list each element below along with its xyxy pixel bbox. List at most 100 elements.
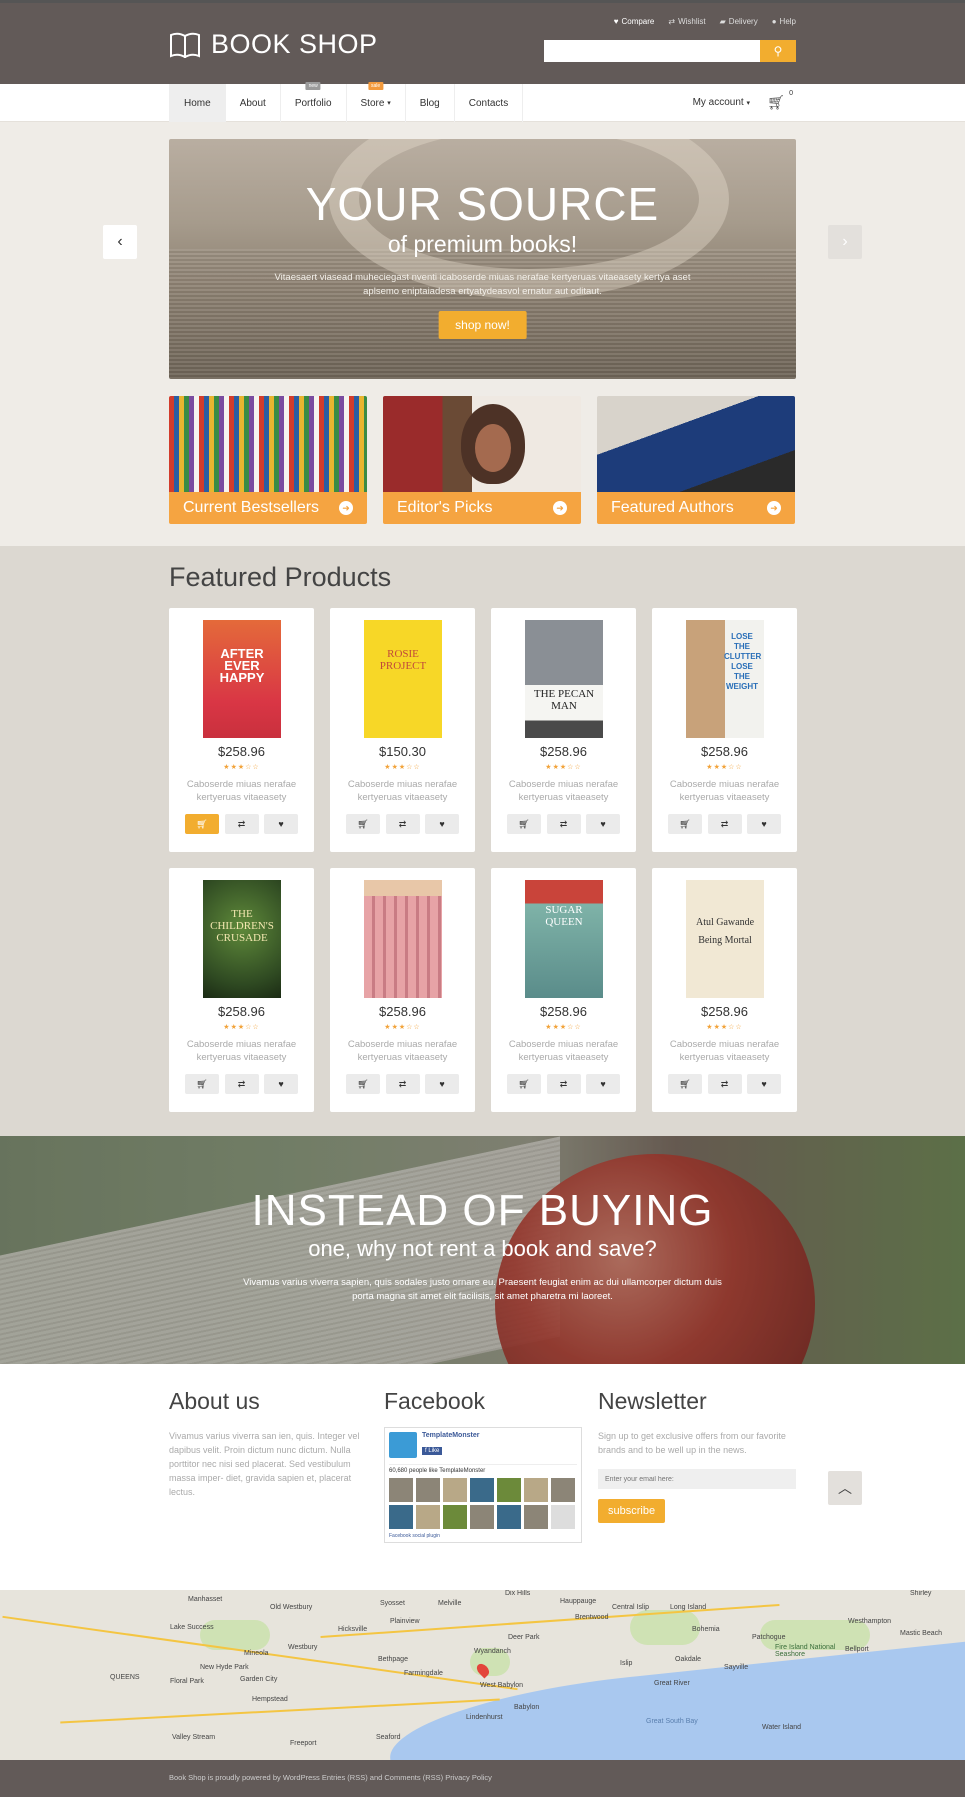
avatar[interactable] <box>497 1478 521 1502</box>
category-bestsellers[interactable]: Current Bestsellers ➜ <box>169 396 367 524</box>
book-cover-image[interactable]: AFTER EVER HAPPY <box>203 620 281 738</box>
wishlist-link[interactable]: ⇄ Wishlist <box>668 17 705 26</box>
email-field[interactable] <box>598 1469 796 1489</box>
add-to-cart-button[interactable]: 🛒︎ <box>507 1074 541 1094</box>
search-input[interactable] <box>544 40 760 62</box>
wishlist-button[interactable]: ♥ <box>747 1074 781 1094</box>
location-map[interactable]: Manhasset Old Westbury Syosset Melville … <box>0 1590 965 1760</box>
avatar[interactable] <box>416 1505 440 1529</box>
compare-button[interactable]: ⇄ <box>707 814 742 834</box>
add-to-cart-button[interactable]: 🛒︎ <box>346 1074 380 1094</box>
wishlist-button[interactable]: ♥ <box>264 814 298 834</box>
map-label: Brentwood <box>575 1614 609 1621</box>
map-label: Great River <box>654 1680 690 1687</box>
wishlist-button[interactable]: ♥ <box>586 1074 620 1094</box>
slider-prev-button[interactable]: ‹ <box>103 225 137 259</box>
map-label: Islip <box>620 1660 633 1667</box>
wishlist-button[interactable]: ♥ <box>586 814 620 834</box>
nav-store-label: Store <box>360 97 385 109</box>
wishlist-button[interactable]: ♥ <box>264 1074 298 1094</box>
avatar[interactable] <box>443 1478 467 1502</box>
compare-button[interactable]: ⇄ <box>546 814 581 834</box>
book-cover-image[interactable] <box>364 880 442 998</box>
search-button[interactable]: ⚲ <box>760 40 796 62</box>
facebook-header: TemplateMonster f Like <box>389 1432 577 1458</box>
wishlist-button[interactable]: ♥ <box>747 814 781 834</box>
avatar[interactable] <box>470 1505 494 1529</box>
compare-button[interactable]: ⇄ <box>707 1074 742 1094</box>
add-to-cart-button[interactable]: 🛒︎ <box>185 1074 219 1094</box>
avatar[interactable] <box>416 1478 440 1502</box>
map-label: Long Island <box>670 1604 707 1611</box>
compare-button[interactable]: ⇄ <box>224 1074 259 1094</box>
wishlist-button[interactable]: ♥ <box>425 814 459 834</box>
logo[interactable]: BOOK SHOP <box>169 29 378 60</box>
map-label: Lindenhurst <box>466 1714 503 1721</box>
avatar[interactable] <box>551 1478 575 1502</box>
scroll-to-top-button[interactable]: ︿ <box>828 1471 862 1505</box>
facebook-like-button[interactable]: f Like <box>422 1447 443 1455</box>
add-to-cart-button[interactable]: 🛒︎ <box>346 814 380 834</box>
chevron-down-icon: ▾ <box>387 100 391 107</box>
avatar[interactable] <box>551 1505 575 1529</box>
cart-button[interactable]: 🛒︎ 0 <box>767 90 793 111</box>
my-account-label: My account <box>692 97 744 108</box>
book-cover-image[interactable]: THE CHILDREN'S CRUSADE <box>203 880 281 998</box>
nav-blog[interactable]: Blog <box>406 84 455 122</box>
my-account-dropdown[interactable]: My account ▾ <box>693 97 750 108</box>
book-cover-image[interactable]: LOSE THE CLUTTER LOSE THE WEIGHT <box>686 620 764 738</box>
avatar[interactable] <box>497 1505 521 1529</box>
nav-portfolio[interactable]: new Portfolio <box>281 82 347 122</box>
nav-about[interactable]: About <box>226 84 281 122</box>
templatemonster-logo[interactable] <box>389 1432 417 1458</box>
rating-stars: ★★★☆☆ <box>223 1024 260 1031</box>
banner-text: Vivamus varius viverra sapien, quis soda… <box>243 1277 722 1302</box>
add-to-cart-button[interactable]: 🛒︎ <box>668 814 702 834</box>
product-price: $258.96 <box>540 744 587 759</box>
avatar[interactable] <box>470 1478 494 1502</box>
shop-now-button[interactable]: shop now! <box>438 311 527 339</box>
refresh-icon: ⇄ <box>559 1078 568 1089</box>
compare-button[interactable]: ⇄ <box>224 814 259 834</box>
nav-contacts[interactable]: Contacts <box>455 84 524 122</box>
category-banners: Current Bestsellers ➜ Editor's Picks ➜ Fea… <box>169 396 796 524</box>
product-price: $258.96 <box>540 1004 587 1019</box>
book-cover-image[interactable]: Atul Gawande Being Mortal <box>686 880 764 998</box>
help-link[interactable]: ● Help <box>772 17 796 26</box>
nav-store[interactable]: sale Store ▾ <box>347 82 406 122</box>
category-featured-authors[interactable]: Featured Authors ➜ <box>597 396 795 524</box>
info-section: About us Vivamus varius viverra san ien,… <box>0 1364 965 1590</box>
category-label: Editor's Picks ➜ <box>383 492 581 524</box>
add-to-cart-button[interactable]: 🛒︎ <box>507 814 541 834</box>
category-authors-text: Featured Authors <box>611 499 734 516</box>
add-to-cart-button[interactable]: 🛒︎ <box>668 1074 702 1094</box>
avatar[interactable] <box>389 1478 413 1502</box>
refresh-icon: ⇄ <box>720 818 729 829</box>
subscribe-button[interactable]: subscribe <box>598 1499 666 1523</box>
wishlist-button[interactable]: ♥ <box>425 1074 459 1094</box>
avatar[interactable] <box>389 1505 413 1529</box>
avatar[interactable] <box>524 1505 548 1529</box>
arrow-right-icon: ➜ <box>339 501 353 515</box>
avatar[interactable] <box>524 1478 548 1502</box>
facebook-page-name[interactable]: TemplateMonster <box>422 1432 479 1439</box>
compare-link[interactable]: ♥ Compare <box>614 17 655 26</box>
compare-button[interactable]: ⇄ <box>385 814 420 834</box>
banner-title: INSTEAD OF BUYING <box>251 1186 714 1235</box>
cart-count: 0 <box>789 90 793 97</box>
product-actions: 🛒︎ ⇄ ♥ <box>507 1074 620 1094</box>
nav-home[interactable]: Home <box>170 84 226 122</box>
compare-button[interactable]: ⇄ <box>385 1074 420 1094</box>
avatar[interactable] <box>443 1505 467 1529</box>
book-cover-image[interactable]: SUGAR QUEEN <box>525 880 603 998</box>
map-label: Valley Stream <box>172 1734 216 1741</box>
delivery-link[interactable]: ▰ Delivery <box>720 17 758 26</box>
facebook-plugin-note[interactable]: Facebook social plugin <box>389 1533 440 1539</box>
compare-button[interactable]: ⇄ <box>546 1074 581 1094</box>
category-editors-picks[interactable]: Editor's Picks ➜ <box>383 396 581 524</box>
slider-next-button[interactable]: › <box>828 225 862 259</box>
book-cover-image[interactable]: ROSIE PROJECT <box>364 620 442 738</box>
map-label: Patchogue <box>752 1634 786 1641</box>
book-cover-image[interactable]: THE PECAN MAN <box>525 620 603 738</box>
add-to-cart-button[interactable]: 🛒︎ <box>185 814 219 834</box>
